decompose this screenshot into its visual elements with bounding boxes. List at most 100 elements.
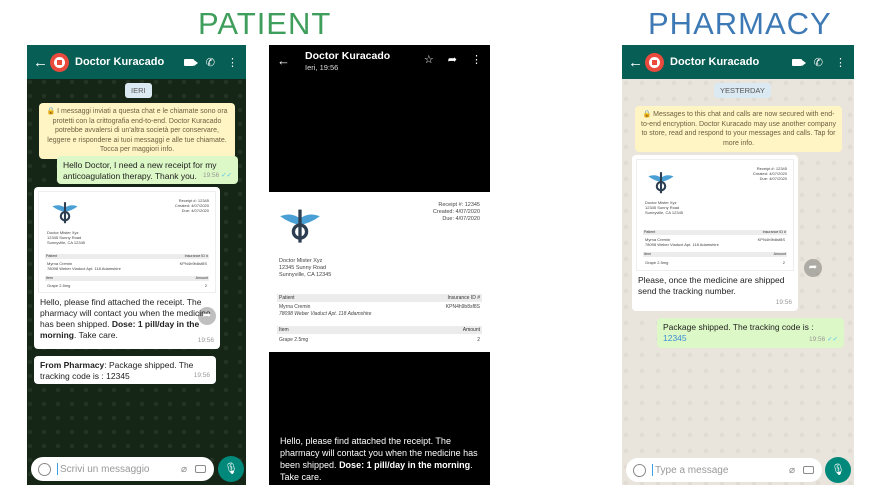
doctor-city: Sunnyville, CA 12345	[279, 272, 332, 278]
read-ticks-icon: ✓✓	[221, 172, 232, 179]
emoji-icon[interactable]	[633, 463, 646, 477]
outgoing-message[interactable]: Package shipped. The tracking code is : …	[657, 318, 844, 348]
caduceus-logo	[52, 202, 78, 224]
read-ticks-icon: ✓✓	[827, 336, 838, 343]
encryption-notice[interactable]: 🔒 Messages to this chat and calls are no…	[635, 106, 842, 153]
item-name: Grape 2.5mg	[47, 283, 71, 288]
insurance-id: KPN4h9b8sf8S	[445, 304, 480, 310]
receipt-thumbnail[interactable]: Receipt #: 12345 Created: 4/07/2020 Due:…	[38, 191, 216, 293]
message-input[interactable]: Type a message ⌀	[626, 458, 822, 482]
doctor-city: Sunnyville, CA 12345	[47, 240, 86, 245]
amount-header: Amount	[773, 252, 786, 256]
attach-icon[interactable]: ⌀	[181, 464, 187, 475]
video-call-icon[interactable]	[791, 58, 806, 66]
message-time: 19:56 ✓✓	[809, 336, 838, 343]
item-header: Item	[279, 327, 289, 333]
emoji-icon[interactable]	[38, 462, 51, 476]
caduceus-logo	[280, 209, 320, 243]
contact-name[interactable]: Doctor Kuracado	[75, 56, 184, 68]
star-icon[interactable]: ☆	[424, 53, 434, 66]
chat-header: ← Doctor Kuracado ✆ ⋮	[622, 45, 854, 79]
pharmacy-heading: PHARMACY	[648, 6, 832, 41]
encryption-notice[interactable]: 🔒 I messaggi inviati a questa chat e le …	[39, 103, 235, 159]
outgoing-message[interactable]: Hello Doctor, I need a new receipt for m…	[57, 156, 238, 184]
phone-call-icon[interactable]: ✆	[814, 56, 823, 69]
image-viewer: ← Doctor Kuracado Ieri, 19:56 ☆ ➦ ⋮ Rece…	[269, 45, 490, 485]
incoming-receipt-message[interactable]: Receipt #: 12345 Created: 4/07/2020 Due:…	[632, 155, 798, 311]
item-amount: 2	[477, 337, 480, 343]
patient-address: 78098 Weber Viaduct Apt. 118 Adamshire	[47, 266, 121, 271]
chat-area[interactable]: IERI 🔒 I messaggi inviati a questa chat …	[27, 79, 246, 485]
message-text: Hello, please find attached the receipt.…	[40, 297, 211, 340]
receipt-created: Created: 4/07/2020	[432, 209, 480, 215]
patient-header: Patient	[279, 295, 295, 301]
back-arrow-icon[interactable]: ←	[33, 54, 48, 71]
back-arrow-icon[interactable]: ←	[628, 54, 643, 71]
chat-header: ← Doctor Kuracado ✆ ⋮	[27, 45, 246, 79]
avatar[interactable]	[645, 52, 664, 72]
forward-icon[interactable]: ➦	[198, 307, 216, 325]
more-menu-icon[interactable]: ⋮	[227, 56, 238, 69]
patient-address: 78098 Weber Viaduct Apt. 118 Adamshire	[645, 242, 719, 247]
message-time: 19:56	[193, 372, 210, 379]
doctor-name: Doctor Mister Xyz	[279, 258, 323, 264]
date-chip: IERI	[125, 83, 152, 98]
chat-area[interactable]: YESTERDAY 🔒 Messages to this chat and ca…	[622, 79, 854, 485]
incoming-message[interactable]: From Pharmacy: Package shipped. The trac…	[34, 356, 216, 384]
insurance-header: Insurance ID #	[762, 230, 786, 234]
viewer-header: ← Doctor Kuracado Ieri, 19:56 ☆ ➦ ⋮	[269, 45, 490, 79]
share-icon[interactable]: ➦	[448, 53, 457, 66]
doctor-city: Sunnyville, CA 12345	[645, 210, 684, 215]
amount-header: Amount	[462, 327, 480, 333]
mic-button[interactable]: 🎙	[825, 457, 851, 483]
message-time: 19:56 ✓✓	[203, 172, 232, 179]
mic-button[interactable]: 🎙	[218, 456, 244, 482]
amount-header: Amount	[195, 276, 208, 280]
message-time: 19:56	[775, 299, 792, 306]
input-placeholder: Scrivi un messaggio	[60, 463, 150, 475]
message-sender: From Pharmacy	[40, 360, 105, 370]
patient-address: 78098 Weber Viaduct Apt. 118 Adamshire	[279, 311, 372, 317]
video-call-icon[interactable]	[183, 58, 198, 66]
contact-name[interactable]: Doctor Kuracado	[670, 56, 792, 68]
item-header: Item	[644, 252, 651, 256]
forward-icon[interactable]: ➦	[804, 259, 822, 277]
patient-header: Patient	[46, 254, 58, 258]
back-arrow-icon[interactable]: ←	[277, 53, 290, 68]
caduceus-logo	[648, 172, 674, 194]
receipt-due: Due: 4/07/2020	[442, 216, 480, 222]
image-caption: Hello, please find attached the receipt.…	[280, 436, 478, 482]
receipt-thumbnail[interactable]: Receipt #: 12345 Created: 4/07/2020 Due:…	[636, 159, 794, 271]
receipt-due: Due: 4/07/2020	[181, 208, 209, 213]
insurance-header: Insurance ID #	[184, 254, 208, 258]
receipt-image[interactable]: Receipt #: 12345 Created: 4/07/2020 Due:…	[269, 192, 490, 352]
viewer-title: Doctor Kuracado	[305, 50, 391, 62]
insurance-id: KPN4h9b8sf8S	[757, 237, 785, 242]
insurance-header: Insurance ID #	[447, 295, 480, 301]
input-placeholder: Type a message	[655, 464, 729, 476]
item-name: Grape 2.5mg	[645, 260, 669, 265]
patient-heading: PATIENT	[198, 6, 332, 41]
incoming-receipt-message[interactable]: Receipt #: 12345 Created: 4/07/2020 Due:…	[34, 187, 220, 349]
camera-icon[interactable]	[195, 465, 206, 473]
avatar[interactable]	[50, 52, 69, 72]
viewer-subtitle: Ieri, 19:56	[305, 63, 339, 72]
more-menu-icon[interactable]: ⋮	[835, 56, 846, 69]
phone-call-icon[interactable]: ✆	[206, 56, 215, 69]
message-time: 19:56	[197, 337, 214, 344]
message-text: Package shipped. The tracking code is :	[663, 322, 814, 332]
patient-header: Patient	[644, 230, 656, 234]
item-amount: 2	[204, 283, 207, 288]
receipt-number: Receipt #: 12345	[438, 202, 480, 208]
camera-icon[interactable]	[803, 466, 814, 474]
item-amount: 2	[782, 260, 785, 265]
item-name: Grape 2.5mg	[279, 337, 309, 343]
doctor-street: 12345 Sunny Road	[279, 265, 327, 271]
patient-phone: ← Doctor Kuracado ✆ ⋮ IERI 🔒 I messaggi …	[27, 45, 246, 485]
message-input[interactable]: Scrivi un messaggio ⌀	[31, 457, 214, 481]
message-text: Please, once the medicine are shipped se…	[638, 275, 785, 296]
message-text: Hello Doctor, I need a new receipt for m…	[63, 160, 217, 181]
tracking-link[interactable]: 12345	[663, 333, 687, 343]
more-menu-icon[interactable]: ⋮	[471, 53, 482, 66]
attach-icon[interactable]: ⌀	[789, 465, 795, 476]
